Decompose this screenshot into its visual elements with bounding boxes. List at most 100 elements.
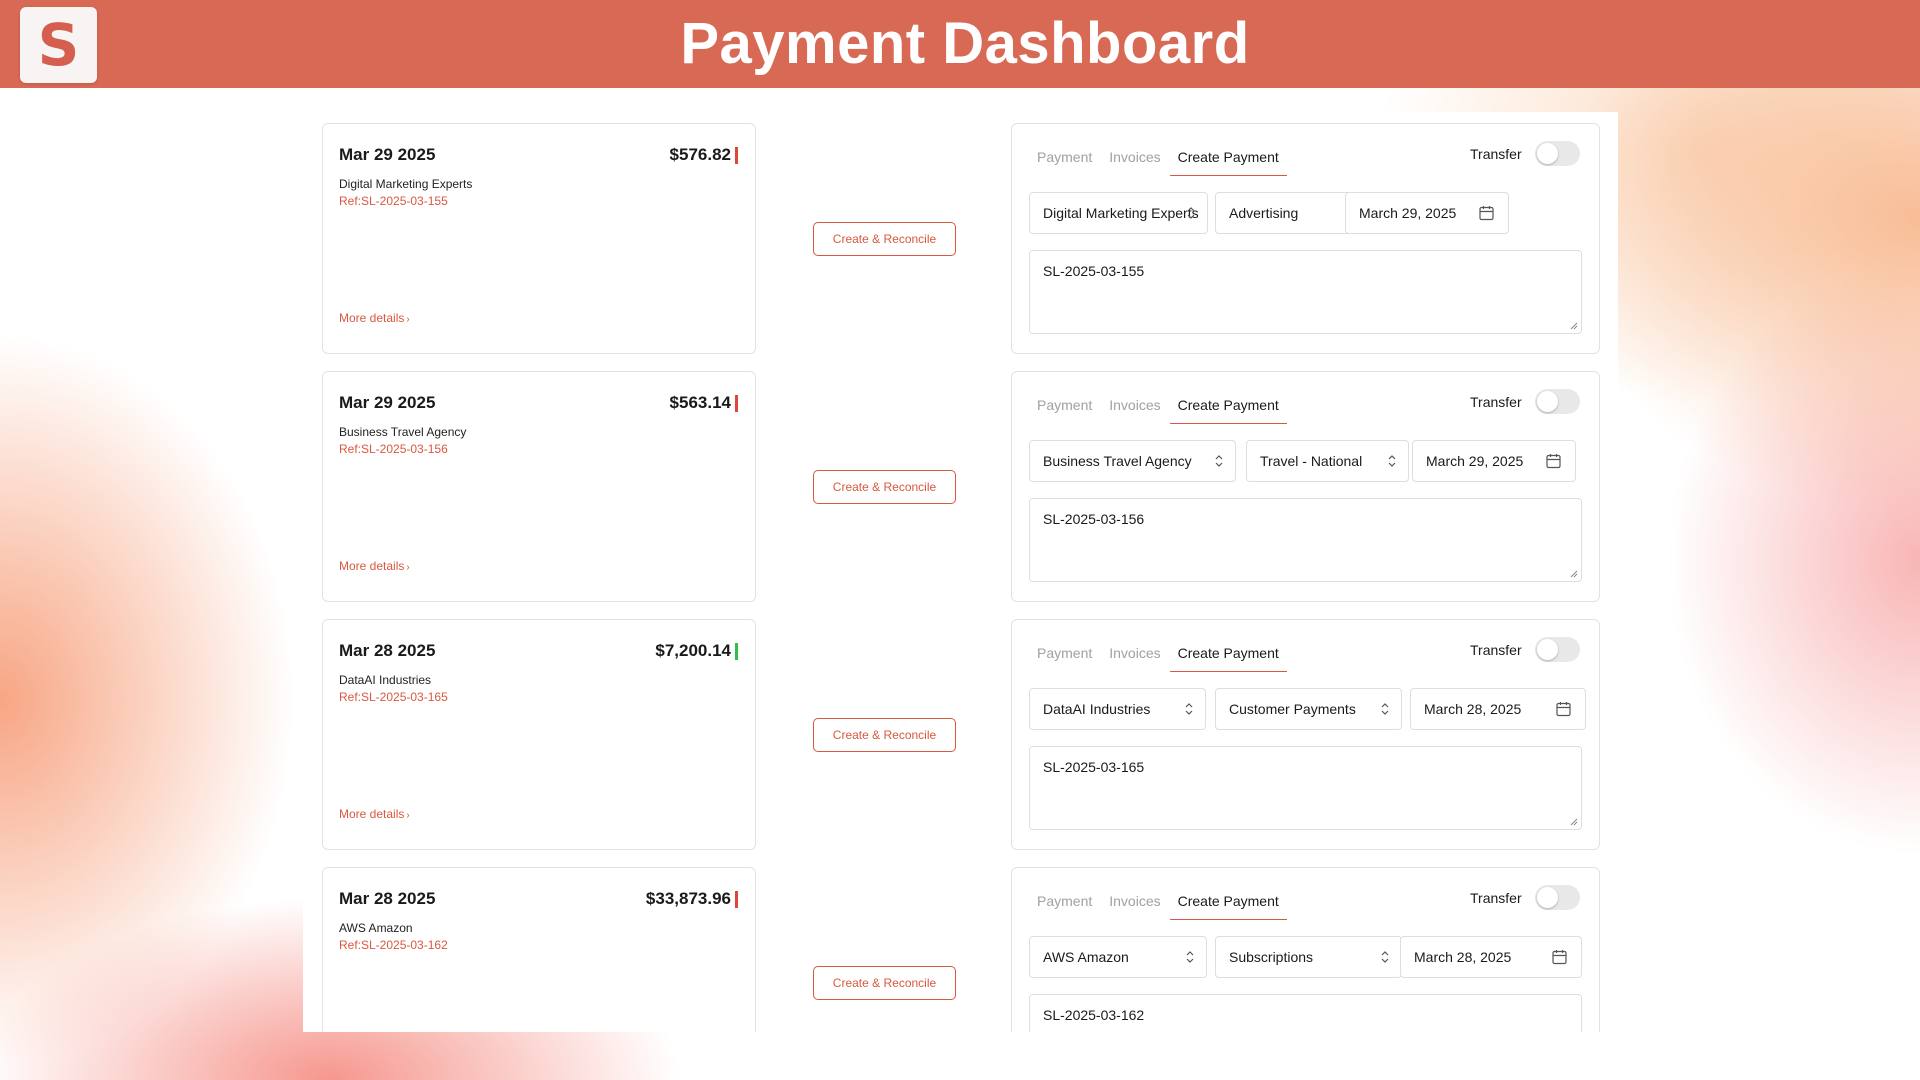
- tab-invoices[interactable]: Invoices: [1101, 146, 1168, 176]
- tab-create-payment[interactable]: Create Payment: [1169, 642, 1287, 672]
- reconciliation-row: Mar 29 2025 $563.14 Business Travel Agen…: [303, 360, 1618, 602]
- date-picker-value: March 28, 2025: [1424, 701, 1522, 717]
- contact-select[interactable]: Business Travel Agency: [1029, 440, 1236, 482]
- amount-direction-indicator: [735, 642, 738, 660]
- category-select-value: Advertising: [1229, 205, 1299, 221]
- memo-textarea[interactable]: SL-2025-03-155: [1029, 250, 1582, 334]
- up-down-chevron-icon: [1187, 207, 1195, 219]
- category-select[interactable]: Advertising: [1215, 192, 1366, 234]
- create-reconcile-button[interactable]: Create & Reconcile: [813, 470, 956, 504]
- payment-form-card: Payment Invoices Create Payment Transfer…: [1011, 619, 1600, 850]
- transfer-toggle[interactable]: [1535, 141, 1580, 166]
- form-tabs: Payment Invoices Create Payment: [1029, 890, 1288, 920]
- contact-select[interactable]: Digital Marketing Experts: [1029, 192, 1208, 234]
- transaction-date: Mar 28 2025: [339, 889, 436, 908]
- category-select[interactable]: Customer Payments: [1215, 688, 1402, 730]
- tab-invoices[interactable]: Invoices: [1101, 890, 1168, 920]
- memo-value: SL-2025-03-165: [1043, 759, 1145, 775]
- create-reconcile-button[interactable]: Create & Reconcile: [813, 966, 956, 1000]
- transfer-label: Transfer: [1470, 890, 1522, 906]
- amount-value: $563.14: [669, 393, 731, 412]
- calendar-icon: [1552, 950, 1567, 965]
- up-down-chevron-icon: [1215, 455, 1223, 467]
- up-down-chevron-icon: [1381, 703, 1389, 715]
- contact-select-value: Business Travel Agency: [1043, 453, 1192, 469]
- transaction-date: Mar 28 2025: [339, 641, 436, 660]
- category-select[interactable]: Travel - National: [1246, 440, 1409, 482]
- more-details-link[interactable]: More details ›: [339, 311, 410, 325]
- create-reconcile-button[interactable]: Create & Reconcile: [813, 718, 956, 752]
- up-down-chevron-icon: [1388, 455, 1396, 467]
- transaction-reference: Ref:SL-2025-03-156: [339, 442, 448, 456]
- contact-select-value: DataAI Industries: [1043, 701, 1151, 717]
- date-picker-value: March 28, 2025: [1414, 949, 1512, 965]
- form-tabs: Payment Invoices Create Payment: [1029, 146, 1288, 176]
- up-down-chevron-icon: [1185, 703, 1193, 715]
- transaction-card[interactable]: Mar 29 2025 $563.14 Business Travel Agen…: [322, 371, 756, 602]
- tab-payment[interactable]: Payment: [1029, 890, 1100, 920]
- transaction-card[interactable]: Mar 29 2025 $576.82 Digital Marketing Ex…: [322, 123, 756, 354]
- calendar-icon: [1546, 454, 1561, 469]
- transaction-amount: $563.14: [670, 393, 738, 413]
- category-select[interactable]: Subscriptions: [1215, 936, 1402, 978]
- amount-value: $7,200.14: [655, 641, 731, 660]
- memo-textarea[interactable]: SL-2025-03-156: [1029, 498, 1582, 582]
- contact-select[interactable]: DataAI Industries: [1029, 688, 1206, 730]
- create-reconcile-button[interactable]: Create & Reconcile: [813, 222, 956, 256]
- transaction-card[interactable]: Mar 28 2025 $33,873.96 AWS Amazon Ref:SL…: [322, 867, 756, 1032]
- more-details-label: More details: [339, 311, 405, 325]
- tab-create-payment[interactable]: Create Payment: [1169, 394, 1287, 424]
- transaction-payee: Digital Marketing Experts: [339, 177, 473, 191]
- tab-payment[interactable]: Payment: [1029, 146, 1100, 176]
- date-picker[interactable]: March 28, 2025: [1410, 688, 1586, 730]
- resize-grip-icon[interactable]: [1570, 818, 1578, 826]
- transaction-amount: $576.82: [670, 145, 738, 165]
- date-picker[interactable]: March 28, 2025: [1400, 936, 1582, 978]
- amount-value: $576.82: [669, 145, 731, 164]
- more-details-label: More details: [339, 559, 405, 573]
- memo-textarea[interactable]: SL-2025-03-162: [1029, 994, 1582, 1032]
- category-select-value: Customer Payments: [1229, 701, 1356, 717]
- chevron-right-icon: ›: [406, 562, 410, 573]
- date-picker[interactable]: March 29, 2025: [1412, 440, 1576, 482]
- tab-create-payment[interactable]: Create Payment: [1169, 146, 1287, 176]
- toggle-knob: [1537, 143, 1558, 164]
- tab-payment[interactable]: Payment: [1029, 394, 1100, 424]
- toggle-knob: [1537, 639, 1558, 660]
- payment-form-card: Payment Invoices Create Payment Transfer…: [1011, 123, 1600, 354]
- resize-grip-icon[interactable]: [1570, 570, 1578, 578]
- contact-select[interactable]: AWS Amazon: [1029, 936, 1207, 978]
- page-title: Payment Dashboard: [680, 11, 1250, 76]
- memo-value: SL-2025-03-162: [1043, 1007, 1145, 1023]
- transaction-date: Mar 29 2025: [339, 145, 436, 164]
- transaction-reference: Ref:SL-2025-03-155: [339, 194, 448, 208]
- tab-invoices[interactable]: Invoices: [1101, 642, 1168, 672]
- transaction-card[interactable]: Mar 28 2025 $7,200.14 DataAI Industries …: [322, 619, 756, 850]
- amount-direction-indicator: [735, 890, 738, 908]
- contact-select-value: AWS Amazon: [1043, 949, 1129, 965]
- date-picker-value: March 29, 2025: [1426, 453, 1524, 469]
- chevron-right-icon: ›: [406, 810, 410, 821]
- transaction-amount: $33,873.96: [646, 889, 738, 909]
- reconciliation-row: Mar 29 2025 $576.82 Digital Marketing Ex…: [303, 112, 1618, 354]
- memo-textarea[interactable]: SL-2025-03-165: [1029, 746, 1582, 830]
- toggle-knob: [1537, 391, 1558, 412]
- transfer-label: Transfer: [1470, 146, 1522, 162]
- memo-value: SL-2025-03-155: [1043, 263, 1145, 279]
- transfer-toggle[interactable]: [1535, 389, 1580, 414]
- chevron-right-icon: ›: [406, 314, 410, 325]
- transaction-payee: AWS Amazon: [339, 921, 413, 935]
- form-tabs: Payment Invoices Create Payment: [1029, 394, 1288, 424]
- date-picker[interactable]: March 29, 2025: [1345, 192, 1509, 234]
- reconciliation-panel: Mar 29 2025 $576.82 Digital Marketing Ex…: [303, 112, 1618, 1032]
- reconciliation-row: Mar 28 2025 $33,873.96 AWS Amazon Ref:SL…: [303, 856, 1618, 1032]
- transaction-reference: Ref:SL-2025-03-162: [339, 938, 448, 952]
- transfer-toggle[interactable]: [1535, 637, 1580, 662]
- tab-payment[interactable]: Payment: [1029, 642, 1100, 672]
- tab-create-payment[interactable]: Create Payment: [1169, 890, 1287, 920]
- more-details-link[interactable]: More details ›: [339, 807, 410, 821]
- transfer-toggle[interactable]: [1535, 885, 1580, 910]
- more-details-link[interactable]: More details ›: [339, 559, 410, 573]
- resize-grip-icon[interactable]: [1570, 322, 1578, 330]
- tab-invoices[interactable]: Invoices: [1101, 394, 1168, 424]
